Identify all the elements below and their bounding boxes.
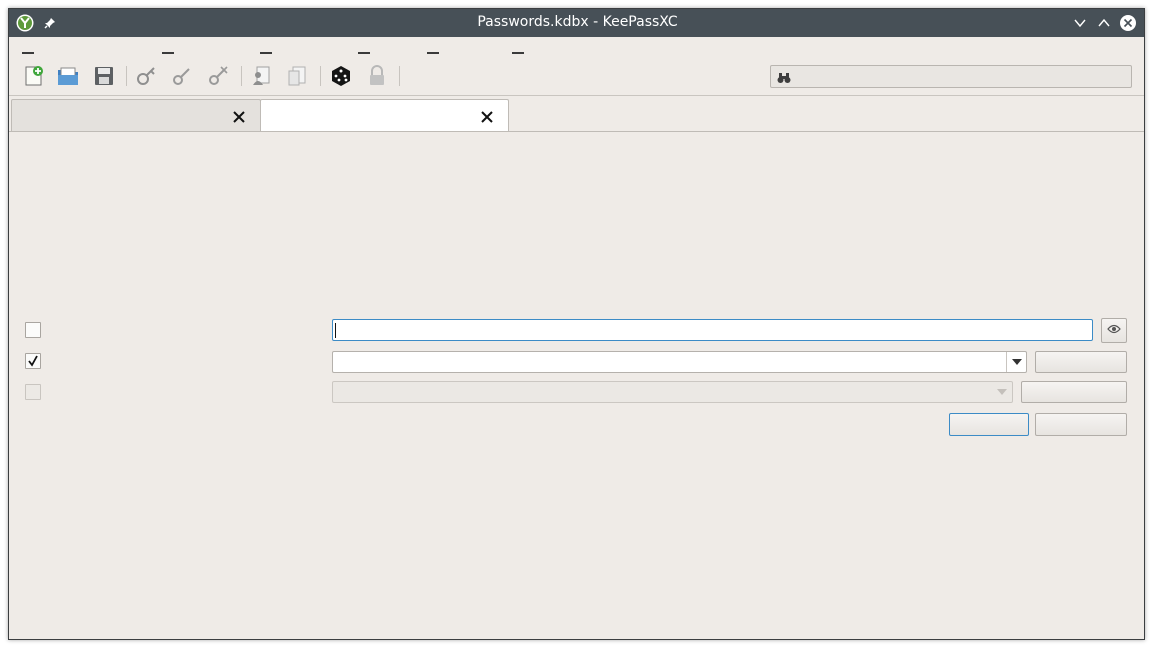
search-box[interactable]	[770, 65, 1132, 88]
toolbar-separator	[399, 66, 400, 86]
menu-item-tools[interactable]	[358, 52, 370, 54]
menu-item-view[interactable]	[427, 52, 439, 54]
tab-database-2[interactable]	[260, 99, 509, 133]
menu-item-help[interactable]	[512, 52, 524, 54]
eye-icon	[1107, 323, 1121, 338]
browse-keyfile-button[interactable]	[1035, 351, 1127, 373]
password-field[interactable]	[332, 319, 1093, 341]
ok-button[interactable]	[949, 413, 1029, 436]
save-database-icon[interactable]	[92, 64, 116, 88]
tab-database-1[interactable]	[11, 99, 261, 132]
password-checkbox[interactable]	[25, 322, 41, 338]
chevron-down-icon	[992, 382, 1012, 402]
chevron-up-icon[interactable]	[1095, 14, 1113, 32]
edit-entry-icon[interactable]	[170, 64, 194, 88]
menu-bar	[9, 37, 1144, 55]
delete-entry-icon[interactable]	[206, 64, 230, 88]
chevron-down-icon[interactable]	[1071, 14, 1089, 32]
copy-username-icon[interactable]	[249, 64, 273, 88]
challenge-response-combo[interactable]	[332, 381, 1013, 403]
menu-item-groups[interactable]	[260, 52, 272, 54]
close-icon[interactable]	[232, 109, 246, 123]
new-database-icon[interactable]	[22, 64, 46, 88]
title-bar[interactable]: Passwords.kdbx - KeePassXC	[9, 9, 1144, 37]
lock-database-icon[interactable]	[365, 64, 389, 88]
toolbar-separator	[126, 66, 127, 86]
keyfile-combo[interactable]	[332, 351, 1027, 373]
app-window: Passwords.kdbx - KeePassXC	[8, 8, 1145, 640]
toolbar	[9, 56, 1144, 96]
challenge-response-checkbox[interactable]	[25, 384, 41, 400]
menu-item-database[interactable]	[22, 52, 34, 54]
refresh-challenge-response-button[interactable]	[1021, 381, 1127, 403]
toggle-password-visibility-button[interactable]	[1101, 318, 1127, 343]
checkmark-icon	[28, 355, 38, 367]
toolbar-separator	[241, 66, 242, 86]
keyfile-input[interactable]	[336, 354, 1002, 370]
password-input[interactable]	[336, 322, 1089, 338]
password-generator-icon[interactable]	[329, 64, 353, 88]
keyfile-checkbox[interactable]	[25, 353, 41, 369]
copy-password-icon[interactable]	[285, 64, 309, 88]
database-tab-bar	[9, 97, 1144, 133]
toolbar-separator	[320, 66, 321, 86]
close-circle-icon[interactable]	[1119, 14, 1137, 32]
unlock-database-panel	[9, 131, 1144, 639]
menu-item-entries[interactable]	[162, 52, 174, 54]
new-entry-icon[interactable]	[134, 64, 158, 88]
open-database-icon[interactable]	[56, 64, 80, 88]
close-icon[interactable]	[480, 109, 494, 123]
chevron-down-icon[interactable]	[1006, 352, 1026, 372]
cancel-button[interactable]	[1035, 413, 1127, 436]
search-binoculars-icon	[777, 70, 791, 84]
search-input[interactable]	[795, 68, 1125, 85]
window-title: Passwords.kdbx - KeePassXC	[477, 14, 678, 30]
